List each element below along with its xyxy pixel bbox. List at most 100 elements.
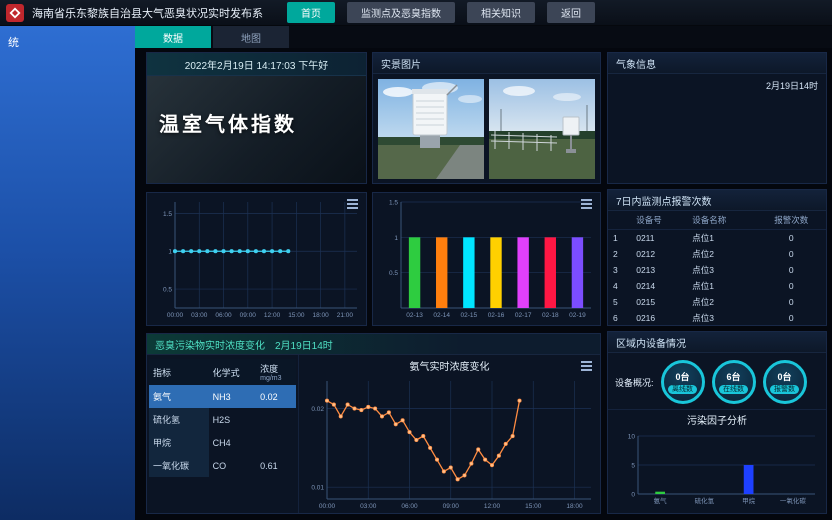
svg-text:0.02: 0.02 [311,406,324,413]
svg-text:甲烷: 甲烷 [742,496,756,505]
daily-index-bar-chart-panel: 0.511.502-1302-1402-1502-1602-1702-1802-… [372,192,601,326]
tab-map[interactable]: 地图 [213,26,289,48]
nh3-chart-title: 氨气实时浓度变化 [299,355,600,372]
svg-text:02-18: 02-18 [542,312,559,319]
svg-text:12:00: 12:00 [264,312,281,319]
weather-panel: 气象信息 2月19日14时 [607,52,827,184]
site-photos [373,74,600,184]
pollutant-row[interactable]: 氨气NH30.02 [149,385,296,408]
svg-text:硫化氢: 硫化氢 [695,496,715,505]
alarm-panel-title: 7日内监测点报警次数 [616,193,712,208]
weather-body: 2月19日14时 [608,74,826,184]
alarm-table: 设备号设备名称报警次数10211点位1020212点位2030213点位3040… [608,211,826,326]
top-nav: 首页监测点及恶臭指数相关知识返回 [287,2,595,23]
page-headline: 温室气体指数 [159,108,297,137]
alarm-table-row: 40214点位10 [608,278,826,294]
svg-text:00:00: 00:00 [319,503,336,510]
nav-knowledge[interactable]: 相关知识 [467,2,535,23]
pollutant-table-wrap: 指标化学式浓度mg/m3氨气NH30.02硫化氢H2S甲烷CH4一氧化碳CO0.… [147,355,299,513]
svg-text:02-16: 02-16 [488,312,505,319]
device-overview-row: 设备概况: 0台离线数6台在线数0台报警数 [608,353,826,409]
svg-text:06:00: 06:00 [215,312,232,319]
svg-text:0.5: 0.5 [389,270,398,277]
daily-index-bar-chart: 0.511.502-1302-1402-1502-1602-1702-1802-… [373,193,600,323]
svg-text:03:00: 03:00 [191,312,208,319]
nav-monitoring-odor-index[interactable]: 监测点及恶臭指数 [347,2,455,23]
svg-text:15:00: 15:00 [288,312,305,319]
badge-offline-count: 0台离线数 [661,360,705,404]
svg-text:氨气: 氨气 [654,496,668,505]
pollutant-concentration-panel: 恶臭污染物实时浓度变化 2月19日14时 指标化学式浓度mg/m3氨气NH30.… [146,333,601,514]
svg-text:0.01: 0.01 [311,485,324,492]
weather-panel-title: 气象信息 [616,56,656,71]
svg-text:1.5: 1.5 [163,211,172,218]
pollutant-row[interactable]: 甲烷CH4 [149,431,296,454]
alarm-count-panel: 7日内监测点报警次数 设备号设备名称报警次数10211点位1020212点位20… [607,189,827,326]
svg-text:03:00: 03:00 [360,503,377,510]
badge-online-count: 6台在线数 [712,360,756,404]
chart-menu-icon[interactable] [347,199,358,201]
svg-text:21:00: 21:00 [337,312,354,319]
svg-text:02-13: 02-13 [406,312,423,319]
sidebar-label: 统 [8,37,19,49]
pollutant-row[interactable]: 一氧化碳CO0.61 [149,454,296,477]
alarm-table-row: 10211点位10 [608,230,826,247]
svg-text:0.5: 0.5 [163,287,172,294]
app-logo-icon [6,4,24,22]
badge-alarm-count: 0台报警数 [763,360,807,404]
factor-chart-title: 污染因子分析 [608,409,826,427]
pollutant-panel-title: 恶臭污染物实时浓度变化 [155,337,265,352]
dashboard-root: 海南省乐东黎族自治县大气恶臭状况实时发布系 首页监测点及恶臭指数相关知识返回 统… [0,0,832,520]
svg-text:02-19: 02-19 [569,312,586,319]
pollutant-table: 指标化学式浓度mg/m3氨气NH30.02硫化氢H2S甲烷CH4一氧化碳CO0.… [149,359,296,477]
side-nav[interactable]: 统 [0,26,135,520]
svg-text:06:00: 06:00 [401,503,418,510]
svg-text:09:00: 09:00 [443,503,460,510]
nh3-chart-area: 氨气实时浓度变化 0.01 0.02 00:00 03:00 06:00 09:00 12:… [299,355,600,513]
svg-text:一氧化碳: 一氧化碳 [780,496,807,505]
greeting-datetime: 2022年2月19日 14:17:03 下午好 [147,53,366,76]
greenhouse-index-chart-panel: 0.5 1 1.5 00:00 03:00 06:00 09:00 12:00 15:00 18:… [146,192,367,326]
device-panel-title: 区域内设备情况 [616,335,686,350]
alarm-table-row: 20212点位20 [608,246,826,262]
svg-text:02-14: 02-14 [433,312,450,319]
alarm-table-row: 60216点位30 [608,310,826,326]
svg-text:1: 1 [394,235,398,242]
site-photo-2 [489,79,595,179]
svg-text:00:00: 00:00 [167,312,184,319]
nh3-concentration-chart: 0.01 0.02 00:00 03:00 06:00 09:00 12:00 15:00 18… [299,372,600,514]
pollution-factor-chart: 0 5 10 氨气 硫化氢 甲烷 一氧化碳 [610,427,824,509]
site-photo-1 [378,79,484,179]
greeting-body: 温室气体指数 [147,76,366,183]
svg-text:18:00: 18:00 [566,503,583,510]
svg-text:10: 10 [628,434,636,441]
svg-text:15:00: 15:00 [525,503,542,510]
svg-text:5: 5 [631,463,635,470]
alarm-table-row: 30213点位30 [608,262,826,278]
greenhouse-index-chart: 0.5 1 1.5 00:00 03:00 06:00 09:00 12:00 15:00 18:… [147,193,366,323]
photos-panel: 实景图片 [372,52,601,184]
svg-text:12:00: 12:00 [484,503,501,510]
pollutant-panel-timestamp: 2月19日14时 [275,337,333,352]
chart-menu-icon[interactable] [581,361,592,363]
chart-menu-icon[interactable] [581,199,592,201]
svg-text:18:00: 18:00 [312,312,329,319]
top-bar: 海南省乐东黎族自治县大气恶臭状况实时发布系 首页监测点及恶臭指数相关知识返回 [0,0,832,26]
svg-text:1.5: 1.5 [389,200,398,207]
pollutant-row[interactable]: 硫化氢H2S [149,408,296,431]
svg-text:0: 0 [631,492,635,499]
tab-data[interactable]: 数据 [135,26,211,48]
weather-timestamp: 2月19日14时 [766,79,818,92]
device-status-panel: 区域内设备情况 设备概况: 0台离线数6台在线数0台报警数 污染因子分析 0 5 1… [607,331,827,514]
alarm-table-row: 50215点位20 [608,294,826,310]
photos-panel-title: 实景图片 [381,56,421,71]
nav-back[interactable]: 返回 [547,2,595,23]
nav-home[interactable]: 首页 [287,2,335,23]
device-overview-label: 设备概况: [615,376,654,389]
view-tabs: 数据地图 [135,26,832,48]
svg-text:02-17: 02-17 [515,312,532,319]
app-title: 海南省乐东黎族自治县大气恶臭状况实时发布系 [32,5,263,21]
svg-text:09:00: 09:00 [240,312,257,319]
greeting-panel: 2022年2月19日 14:17:03 下午好 温室气体指数 [146,52,367,184]
svg-text:1: 1 [168,249,172,256]
